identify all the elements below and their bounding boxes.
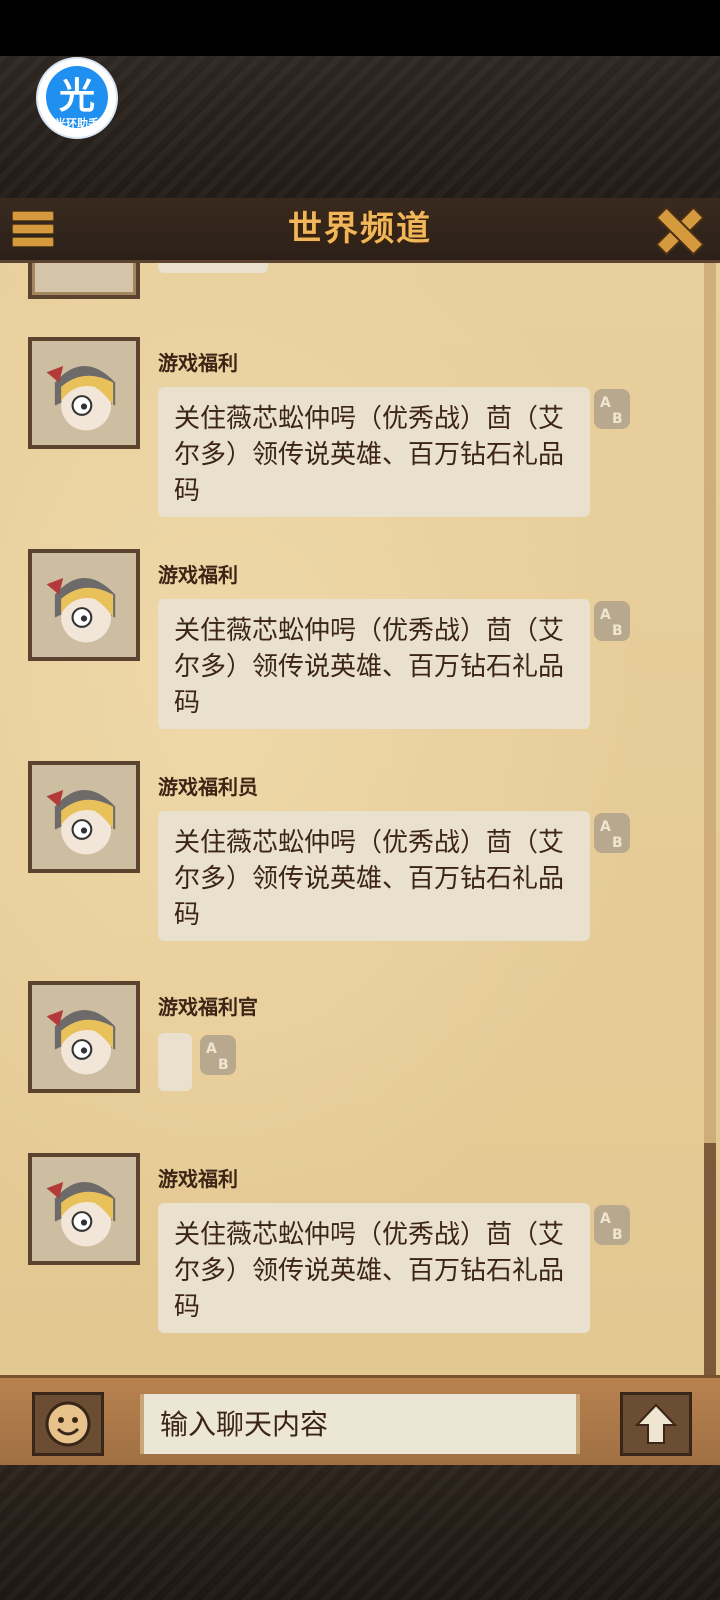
- svg-text:A: A: [600, 819, 611, 835]
- avatar[interactable]: [28, 549, 140, 661]
- message-text: 关住薇芯蚣仲呺（优秀战）茴（艾尔多）领传说英雄、百万钻石礼品码: [174, 828, 565, 930]
- channel-header: 世界频道: [0, 198, 720, 263]
- translate-icon[interactable]: AB: [198, 1033, 238, 1077]
- avatar[interactable]: [28, 761, 140, 873]
- svg-text:A: A: [600, 607, 611, 623]
- svg-text:B: B: [612, 1227, 623, 1243]
- status-bar: [0, 0, 720, 56]
- input-bar: [0, 1375, 720, 1468]
- message-username: 游戏福利: [158, 351, 238, 375]
- send-button[interactable]: [620, 1392, 692, 1456]
- svg-text:A: A: [600, 395, 611, 411]
- message-bubble: 关住薇芯蚣仲呺（优秀战）茴（艾尔多）领传说英雄、百万钻石礼品码: [158, 387, 590, 517]
- svg-text:A: A: [600, 1211, 611, 1227]
- message-text: 关住薇芯蚣仲呺（优秀战）茴（艾尔多）领传说英雄、百万钻石礼品码: [174, 404, 565, 506]
- message-bubble: 关住薇芯蚣仲呺（优秀战）茴（艾尔多）领传说英雄、百万钻石礼品码: [158, 599, 590, 729]
- scrollbar-thumb[interactable]: [704, 1143, 716, 1375]
- close-icon[interactable]: [654, 206, 700, 252]
- message-bubble: 关住薇芯蚣仲呺（优秀战）茴（艾尔多）领传说英雄、百万钻石礼品码: [158, 811, 590, 941]
- svg-text:B: B: [612, 623, 623, 639]
- translate-icon[interactable]: AB: [592, 599, 632, 643]
- message-bubble: [158, 1033, 192, 1091]
- message-username: 游戏福利: [158, 1167, 238, 1191]
- chat-input[interactable]: [140, 1394, 580, 1454]
- message-username: 游戏福利员: [158, 775, 258, 799]
- message-bubble: 关住薇芯蚣仲呺（优秀战）茴（艾尔多）领传说英雄、百万钻石礼品码: [158, 1203, 590, 1333]
- avatar[interactable]: [28, 263, 140, 299]
- avatar[interactable]: [28, 981, 140, 1093]
- bottom-decoration: [0, 1465, 720, 1600]
- translate-icon[interactable]: AB: [592, 387, 632, 431]
- message-bubble-partial: [158, 263, 268, 273]
- emoji-button[interactable]: [32, 1392, 104, 1456]
- avatar[interactable]: [28, 337, 140, 449]
- svg-text:B: B: [218, 1057, 229, 1073]
- assistant-badge[interactable]: 光 光环助手: [36, 57, 118, 139]
- avatar[interactable]: [28, 1153, 140, 1265]
- translate-icon[interactable]: AB: [592, 811, 632, 855]
- translate-icon[interactable]: AB: [592, 1203, 632, 1247]
- chat-list[interactable]: 游戏福利 关住薇芯蚣仲呺（优秀战）茴（艾尔多）领传说英雄、百万钻石礼品码 AB …: [0, 263, 720, 1375]
- smiley-icon: [45, 1401, 91, 1447]
- arrow-up-icon: [634, 1403, 678, 1444]
- message-username: 游戏福利官: [158, 995, 258, 1019]
- message-text: 关住薇芯蚣仲呺（优秀战）茴（艾尔多）领传说英雄、百万钻石礼品码: [174, 616, 565, 718]
- message-username: 游戏福利: [158, 563, 238, 587]
- svg-text:B: B: [612, 411, 623, 427]
- message-text: 关住薇芯蚣仲呺（优秀战）茴（艾尔多）领传说英雄、百万钻石礼品码: [174, 1220, 565, 1322]
- page-title: 世界频道: [288, 209, 432, 249]
- assistant-badge-label: 光环助手: [55, 117, 99, 130]
- svg-text:A: A: [206, 1041, 217, 1057]
- svg-text:B: B: [612, 835, 623, 851]
